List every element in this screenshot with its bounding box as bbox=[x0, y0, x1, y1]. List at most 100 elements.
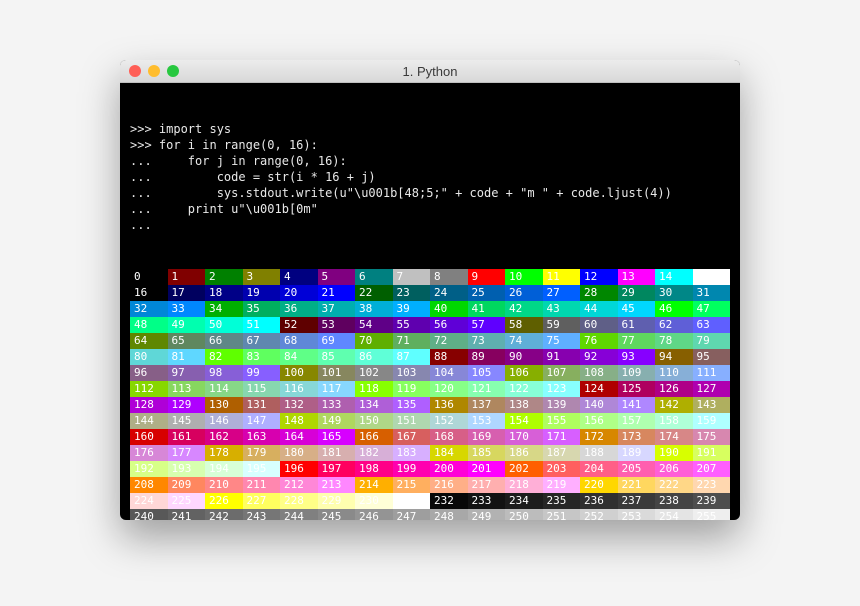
color-cell: 198 bbox=[355, 461, 393, 477]
color-cell: 59 bbox=[543, 317, 581, 333]
color-cell: 57 bbox=[468, 317, 506, 333]
color-cell: 78 bbox=[655, 333, 693, 349]
color-cell: 106 bbox=[505, 365, 543, 381]
color-cell: 74 bbox=[505, 333, 543, 349]
color-cell: 156 bbox=[580, 413, 618, 429]
color-cell: 6 bbox=[355, 269, 393, 285]
color-cell: 138 bbox=[505, 397, 543, 413]
color-cell: 238 bbox=[655, 493, 693, 509]
color-cell: 129 bbox=[168, 397, 206, 413]
color-cell: 141 bbox=[618, 397, 656, 413]
color-cell: 145 bbox=[168, 413, 206, 429]
terminal-window: 1. Python >>> import sys>>> for i in ran… bbox=[120, 60, 740, 520]
color-cell: 22 bbox=[355, 285, 393, 301]
color-row: 64656667686970717273747576777879 bbox=[130, 333, 730, 349]
color-cell: 82 bbox=[205, 349, 243, 365]
color-cell: 195 bbox=[243, 461, 281, 477]
color-cell: 52 bbox=[280, 317, 318, 333]
color-cell: 71 bbox=[393, 333, 431, 349]
color-cell: 60 bbox=[580, 317, 618, 333]
color-cell: 51 bbox=[243, 317, 281, 333]
color-cell: 235 bbox=[543, 493, 581, 509]
color-cell: 242 bbox=[205, 509, 243, 520]
color-cell: 185 bbox=[468, 445, 506, 461]
color-cell: 99 bbox=[243, 365, 281, 381]
color-cell: 254 bbox=[655, 509, 693, 520]
color-cell: 159 bbox=[693, 413, 731, 429]
color-cell: 173 bbox=[618, 429, 656, 445]
color-row: 1441451461471481491501511521531541551561… bbox=[130, 413, 730, 429]
color-cell: 164 bbox=[280, 429, 318, 445]
color-cell: 241 bbox=[168, 509, 206, 520]
color-cell: 176 bbox=[130, 445, 168, 461]
color-cell: 126 bbox=[655, 381, 693, 397]
color-cell: 17 bbox=[168, 285, 206, 301]
color-cell: 253 bbox=[618, 509, 656, 520]
color-cell: 212 bbox=[280, 477, 318, 493]
color-row: 2242252262272282292302312322332342352362… bbox=[130, 493, 730, 509]
color-cell: 89 bbox=[468, 349, 506, 365]
color-cell: 200 bbox=[430, 461, 468, 477]
color-row: 1921931941951961971981992002012022032042… bbox=[130, 461, 730, 477]
color-cell: 246 bbox=[355, 509, 393, 520]
color-cell: 229 bbox=[318, 493, 356, 509]
color-cell: 35 bbox=[243, 301, 281, 317]
color-cell: 121 bbox=[468, 381, 506, 397]
color-cell: 69 bbox=[318, 333, 356, 349]
color-cell: 134 bbox=[355, 397, 393, 413]
color-cell: 215 bbox=[393, 477, 431, 493]
color-cell: 193 bbox=[168, 461, 206, 477]
code-line: ... bbox=[130, 217, 730, 233]
color-cell: 211 bbox=[243, 477, 281, 493]
color-cell: 119 bbox=[393, 381, 431, 397]
color-cell: 114 bbox=[205, 381, 243, 397]
color-cell: 116 bbox=[280, 381, 318, 397]
color-cell: 84 bbox=[280, 349, 318, 365]
code-line: ... for j in range(0, 16): bbox=[130, 153, 730, 169]
color-cell: 166 bbox=[355, 429, 393, 445]
color-cell: 172 bbox=[580, 429, 618, 445]
color-cell: 230 bbox=[355, 493, 393, 509]
color-cell: 37 bbox=[318, 301, 356, 317]
color-row: 1281291301311321331341351361371381391401… bbox=[130, 397, 730, 413]
color-cell: 188 bbox=[580, 445, 618, 461]
color-cell: 15 bbox=[693, 269, 731, 285]
color-cell: 118 bbox=[355, 381, 393, 397]
color-cell: 236 bbox=[580, 493, 618, 509]
color-cell: 170 bbox=[505, 429, 543, 445]
color-cell: 23 bbox=[393, 285, 431, 301]
color-cell: 137 bbox=[468, 397, 506, 413]
color-cell: 68 bbox=[280, 333, 318, 349]
color-cell: 54 bbox=[355, 317, 393, 333]
color-cell: 45 bbox=[618, 301, 656, 317]
color-cell: 183 bbox=[393, 445, 431, 461]
color-cell: 101 bbox=[318, 365, 356, 381]
color-cell: 95 bbox=[693, 349, 731, 365]
color-cell: 48 bbox=[130, 317, 168, 333]
color-cell: 9 bbox=[468, 269, 506, 285]
color-cell: 97 bbox=[168, 365, 206, 381]
color-cell: 174 bbox=[655, 429, 693, 445]
color-cell: 240 bbox=[130, 509, 168, 520]
color-cell: 171 bbox=[543, 429, 581, 445]
color-cell: 207 bbox=[693, 461, 731, 477]
color-cell: 92 bbox=[580, 349, 618, 365]
color-cell: 143 bbox=[693, 397, 731, 413]
color-cell: 123 bbox=[543, 381, 581, 397]
color-cell: 197 bbox=[318, 461, 356, 477]
color-cell: 38 bbox=[355, 301, 393, 317]
color-row: 32333435363738394041424344454647 bbox=[130, 301, 730, 317]
color-cell: 79 bbox=[693, 333, 731, 349]
color-cell: 56 bbox=[430, 317, 468, 333]
color-cell: 140 bbox=[580, 397, 618, 413]
color-cell: 53 bbox=[318, 317, 356, 333]
color-cell: 73 bbox=[468, 333, 506, 349]
window-title: 1. Python bbox=[120, 64, 740, 79]
color-row: 2402412422432442452462472482492502512522… bbox=[130, 509, 730, 520]
color-cell: 33 bbox=[168, 301, 206, 317]
color-cell: 163 bbox=[243, 429, 281, 445]
color-row: 48495051525354555657585960616263 bbox=[130, 317, 730, 333]
color-cell: 217 bbox=[468, 477, 506, 493]
color-cell: 154 bbox=[505, 413, 543, 429]
terminal-body[interactable]: >>> import sys>>> for i in range(0, 16):… bbox=[120, 83, 740, 520]
